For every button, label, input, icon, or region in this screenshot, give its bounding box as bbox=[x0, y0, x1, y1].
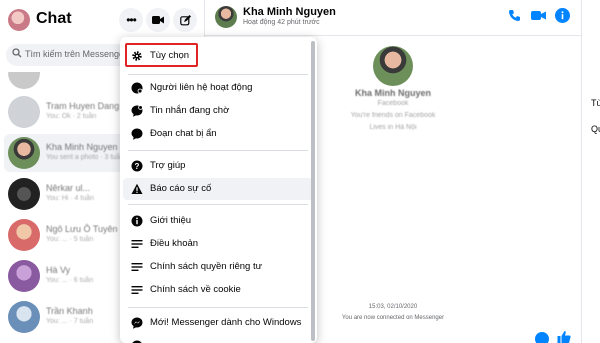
menu-item-terms[interactable]: Điều khoản bbox=[123, 233, 313, 255]
menu-item-label: Chính sách quyền riêng tư bbox=[150, 261, 262, 272]
lines-icon bbox=[131, 286, 143, 294]
menu-item-about[interactable]: Giới thiệu bbox=[123, 210, 313, 232]
menu-item-label: Người liên hệ hoạt động bbox=[150, 82, 253, 93]
chat-header: Kha Minh Nguyen Hoạt động 42 phút trước bbox=[205, 0, 581, 36]
video-camera-icon bbox=[152, 16, 164, 24]
message-request-icon bbox=[131, 105, 143, 117]
more-options-button[interactable]: ••• bbox=[119, 8, 143, 32]
menu-item-privacy-policy[interactable]: Chính sách quyền riêng tư bbox=[123, 256, 313, 278]
conversation-preview: You: ... · 7 tuần bbox=[46, 318, 94, 325]
menu-item-label: Chính sách về cookie bbox=[150, 284, 241, 295]
phone-call-icon[interactable] bbox=[508, 9, 521, 22]
conversation-name: Tram Huyen Dang bbox=[46, 101, 120, 111]
info-icon bbox=[131, 215, 143, 227]
menu-item-hidden-chats[interactable]: Đoạn chat bị ẩn bbox=[123, 123, 313, 145]
menu-item-help[interactable]: ? Trợ giúp bbox=[123, 155, 313, 177]
right-panel-text-1: Tù bbox=[591, 98, 600, 108]
conversation-name: Kha Minh Nguyen bbox=[46, 142, 118, 152]
conversation-preview: You: ... · 5 tuần bbox=[46, 236, 94, 243]
highlight-annotation bbox=[125, 43, 198, 67]
messenger-icon bbox=[131, 317, 143, 329]
menu-item-label: Báo cáo sự cố bbox=[150, 183, 212, 194]
video-call-icon[interactable] bbox=[531, 10, 546, 21]
menu-item-label: Tin nhắn đang chờ bbox=[150, 105, 230, 116]
svg-text:?: ? bbox=[135, 162, 140, 171]
menu-divider bbox=[128, 204, 308, 205]
conversation-preview: You: Hi · 4 tuần bbox=[46, 195, 94, 202]
contact-status: Hoạt động 42 phút trước bbox=[243, 19, 320, 26]
conversation-preview: You: ... · 6 tuần bbox=[46, 277, 94, 284]
more-icon: ••• bbox=[126, 13, 137, 27]
hidden-chat-icon bbox=[131, 128, 143, 140]
menu-item-active-contacts[interactable]: Người liên hệ hoạt động bbox=[123, 77, 313, 99]
menu-item-messenger-windows[interactable]: Mới! Messenger dành cho Windows bbox=[123, 312, 313, 334]
menu-item-message-requests[interactable]: Tin nhắn đang chờ bbox=[123, 100, 313, 122]
chat-options-menu: Tùy chọn Người liên hệ hoạt động Tin nhắ… bbox=[120, 37, 317, 343]
lines-icon bbox=[131, 263, 143, 271]
menu-item-report-problem[interactable]: Báo cáo sự cố bbox=[123, 178, 313, 200]
avatar bbox=[8, 96, 40, 128]
avatar bbox=[8, 137, 40, 169]
avatar bbox=[8, 72, 40, 89]
avatar bbox=[8, 219, 40, 251]
conversation-name: Trần Khanh bbox=[46, 306, 93, 316]
menu-divider bbox=[128, 74, 308, 75]
menu-divider bbox=[128, 307, 308, 308]
conversation-name: Ngô Lưu Ô Tuyên bbox=[46, 224, 118, 234]
profile-avatar bbox=[373, 46, 413, 86]
menu-item-label: Đoạn chat bị ẩn bbox=[150, 128, 217, 139]
video-call-button[interactable] bbox=[146, 8, 170, 32]
right-info-panel: Tù Qu bbox=[581, 0, 600, 343]
avatar bbox=[8, 301, 40, 333]
menu-item-label: Giới thiệu bbox=[150, 215, 192, 226]
conversation-preview: You: Ok · 2 tuần bbox=[46, 113, 97, 120]
sidebar-header: Chat ••• bbox=[0, 0, 204, 40]
info-icon[interactable] bbox=[555, 8, 570, 23]
user-avatar[interactable] bbox=[8, 9, 30, 31]
compose-icon bbox=[179, 14, 191, 25]
search-icon bbox=[12, 48, 22, 58]
warning-icon bbox=[131, 183, 143, 194]
emoji-button[interactable] bbox=[535, 332, 549, 343]
avatar bbox=[8, 178, 40, 210]
search-placeholder: Tìm kiếm trên Messenger bbox=[25, 49, 128, 59]
lines-icon bbox=[131, 240, 143, 248]
conversation-preview: You sent a photo · 3 tuần bbox=[46, 154, 124, 161]
menu-divider bbox=[128, 150, 308, 151]
help-icon: ? bbox=[131, 160, 143, 172]
menu-item-label: Mới! Messenger dành cho Windows bbox=[150, 317, 302, 328]
conversation-name: Hà Vy bbox=[46, 265, 71, 275]
contact-name[interactable]: Kha Minh Nguyen bbox=[243, 6, 336, 18]
right-panel-text-2: Qu bbox=[591, 124, 600, 134]
conversation-name: Nêrkar ul... bbox=[46, 183, 91, 193]
active-contacts-icon bbox=[131, 82, 143, 94]
avatar bbox=[8, 260, 40, 292]
menu-item-partial[interactable] bbox=[123, 335, 313, 343]
thumbs-up-icon[interactable] bbox=[557, 330, 571, 343]
sidebar-title: Chat bbox=[36, 10, 72, 27]
menu-item-cookie-policy[interactable]: Chính sách về cookie bbox=[123, 279, 313, 301]
menu-scrollbar[interactable] bbox=[311, 41, 315, 341]
new-message-button[interactable] bbox=[173, 8, 197, 32]
contact-avatar[interactable] bbox=[215, 6, 237, 28]
menu-item-label: Điều khoản bbox=[150, 238, 199, 249]
menu-item-label: Trợ giúp bbox=[150, 160, 186, 171]
